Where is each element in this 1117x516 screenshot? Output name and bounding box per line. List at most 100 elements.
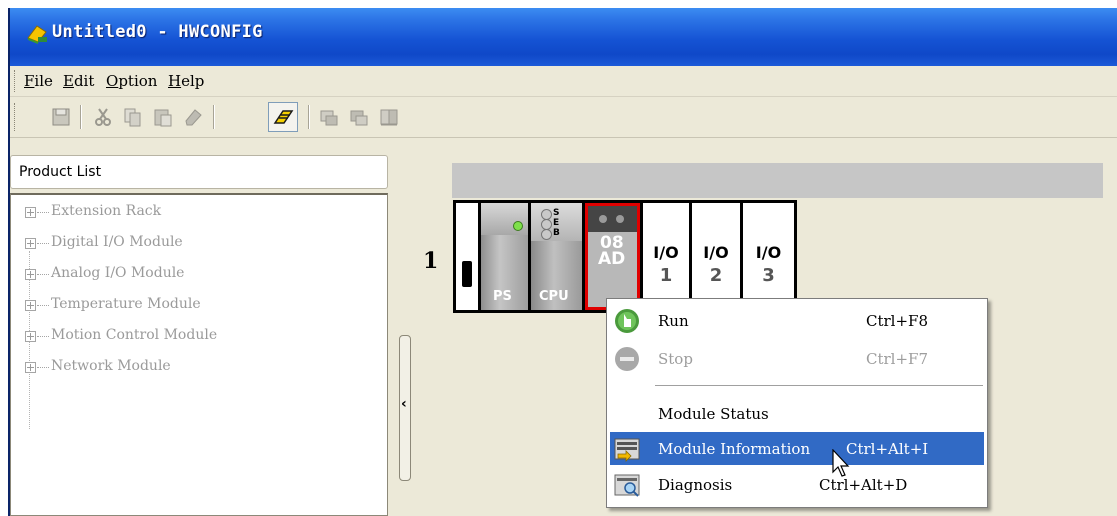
rack-end-cap xyxy=(456,203,478,310)
ps-module[interactable]: PS xyxy=(481,203,528,310)
expand-icon[interactable] xyxy=(25,207,36,218)
cpu-label: CPU xyxy=(539,289,569,304)
menu-help-accel: H xyxy=(168,72,182,90)
menu-item-stop[interactable]: Stop Ctrl+F7 xyxy=(610,342,984,375)
menu-item-module-status[interactable]: Module Status xyxy=(610,397,984,430)
toolbar-separator xyxy=(308,105,310,129)
menu-item-label: Module Status xyxy=(658,405,769,423)
tree-item-label: Extension Rack xyxy=(51,203,162,219)
menu-item-label: Stop xyxy=(658,350,693,368)
menu-bar: File Edit Option Help xyxy=(10,66,1117,97)
product-list-header[interactable]: Product List xyxy=(10,155,388,189)
title-bar[interactable]: Untitled0 - HWCONFIG xyxy=(10,8,1117,66)
product-list-tree[interactable]: Extension Rack Digital I/O Module Analog… xyxy=(10,193,388,516)
diagnosis-icon xyxy=(614,474,640,497)
menu-item-label: Module Information xyxy=(658,440,811,458)
eraser-icon[interactable] xyxy=(182,106,204,128)
toolbar-separator xyxy=(80,105,82,129)
paste-icon[interactable] xyxy=(152,106,174,128)
tree-item-label: Motion Control Module xyxy=(51,327,218,343)
online-mode-icon xyxy=(273,110,294,124)
io-slot-label: I/O xyxy=(703,243,729,262)
menu-item-shortcut: Ctrl+F8 xyxy=(866,312,928,330)
context-menu: Run Ctrl+F8 Stop Ctrl+F7 Module Status M… xyxy=(606,298,988,508)
rack: PS S E B CPU 08 AD I/O 1 I/O 2 I/O 3 xyxy=(453,200,797,313)
ad-label-line2: AD xyxy=(598,249,626,269)
toolbar xyxy=(10,97,1117,138)
ad-top-panel xyxy=(588,206,637,232)
toolbar-grip[interactable] xyxy=(14,103,17,131)
run-icon xyxy=(615,309,639,333)
ad-led-icon xyxy=(616,215,624,223)
ad-led-icon xyxy=(599,215,607,223)
menu-item-shortcut: Ctrl+Alt+I xyxy=(846,440,929,458)
expand-icon[interactable] xyxy=(25,362,36,373)
tree-connector xyxy=(37,305,49,306)
tree-item-label: Network Module xyxy=(51,358,171,374)
cpu-module[interactable]: S E B CPU xyxy=(531,203,582,310)
panel-splitter[interactable]: ‹ xyxy=(399,335,411,481)
menu-help[interactable]: Help xyxy=(168,72,204,90)
menu-edit-label: dit xyxy=(73,72,95,90)
collapse-arrow-icon[interactable]: ‹ xyxy=(401,396,407,412)
io-slot-2[interactable]: I/O 2 xyxy=(692,203,740,310)
upload-icon[interactable] xyxy=(318,106,340,128)
io-slot-label: I/O xyxy=(653,243,679,262)
rack-number: 1 xyxy=(423,248,439,274)
io-slot-1[interactable]: I/O 1 xyxy=(643,203,689,310)
toolbar-separator xyxy=(213,105,215,129)
expand-icon[interactable] xyxy=(25,300,36,311)
compare-icon[interactable] xyxy=(378,106,400,128)
tree-connector xyxy=(37,336,49,337)
menu-item-diagnosis[interactable]: Diagnosis Ctrl+Alt+D xyxy=(610,468,984,501)
tree-connector xyxy=(37,243,49,244)
hwconfig-window: Untitled0 - HWCONFIG File Edit Option He… xyxy=(8,8,1117,516)
menu-item-run[interactable]: Run Ctrl+F8 xyxy=(610,304,984,337)
tree-item-label: Temperature Module xyxy=(51,296,201,312)
power-led-icon xyxy=(513,221,523,231)
menu-item-module-information[interactable]: Module Information Ctrl+Alt+I xyxy=(610,432,984,465)
stop-icon xyxy=(615,347,639,371)
cut-icon[interactable] xyxy=(92,106,114,128)
menu-item-label: Diagnosis xyxy=(658,476,733,494)
io-slot-label: I/O xyxy=(755,243,782,262)
save-icon[interactable] xyxy=(50,106,72,128)
ps-label: PS xyxy=(493,289,512,304)
window-title: Untitled0 - HWCONFIG xyxy=(52,22,263,42)
led-label-e: E xyxy=(553,218,560,228)
menu-grip[interactable] xyxy=(14,70,17,92)
expand-icon[interactable] xyxy=(25,269,36,280)
menu-separator xyxy=(655,385,983,386)
menu-file-accel: F xyxy=(24,72,35,90)
io-slot-number: 1 xyxy=(659,265,673,286)
module-info-icon xyxy=(614,438,640,462)
ad-module-selected[interactable]: 08 AD xyxy=(585,203,640,310)
rack-header-bar xyxy=(452,163,1103,198)
menu-option[interactable]: Option xyxy=(106,72,157,90)
io-slot-number: 3 xyxy=(762,265,775,286)
menu-option-label: ption xyxy=(118,72,158,90)
expand-icon[interactable] xyxy=(25,238,36,249)
online-mode-button[interactable] xyxy=(268,102,298,132)
product-list-title: Product List xyxy=(19,164,102,180)
ps-top-panel xyxy=(481,203,528,235)
menu-file[interactable]: File xyxy=(24,72,53,90)
battery-led-icon xyxy=(541,229,552,240)
tree-item-label: Digital I/O Module xyxy=(51,234,183,250)
menu-item-shortcut: Ctrl+F7 xyxy=(866,350,928,368)
tree-connector xyxy=(37,367,49,368)
product-list-panel: Product List Extension Rack Digital I/O … xyxy=(10,155,390,516)
tree-connector xyxy=(37,212,49,213)
app-icon xyxy=(27,25,47,44)
menu-edit[interactable]: Edit xyxy=(63,72,94,90)
io-slot-3[interactable]: I/O 3 xyxy=(743,203,794,310)
led-label-s: S xyxy=(553,208,560,218)
copy-icon[interactable] xyxy=(122,106,144,128)
mouse-cursor-icon xyxy=(832,449,850,477)
tree-connector xyxy=(37,274,49,275)
download-icon[interactable] xyxy=(348,106,370,128)
expand-icon[interactable] xyxy=(25,331,36,342)
menu-help-label: elp xyxy=(181,72,205,90)
led-label-b: B xyxy=(553,228,560,238)
menu-option-accel: O xyxy=(106,72,119,90)
